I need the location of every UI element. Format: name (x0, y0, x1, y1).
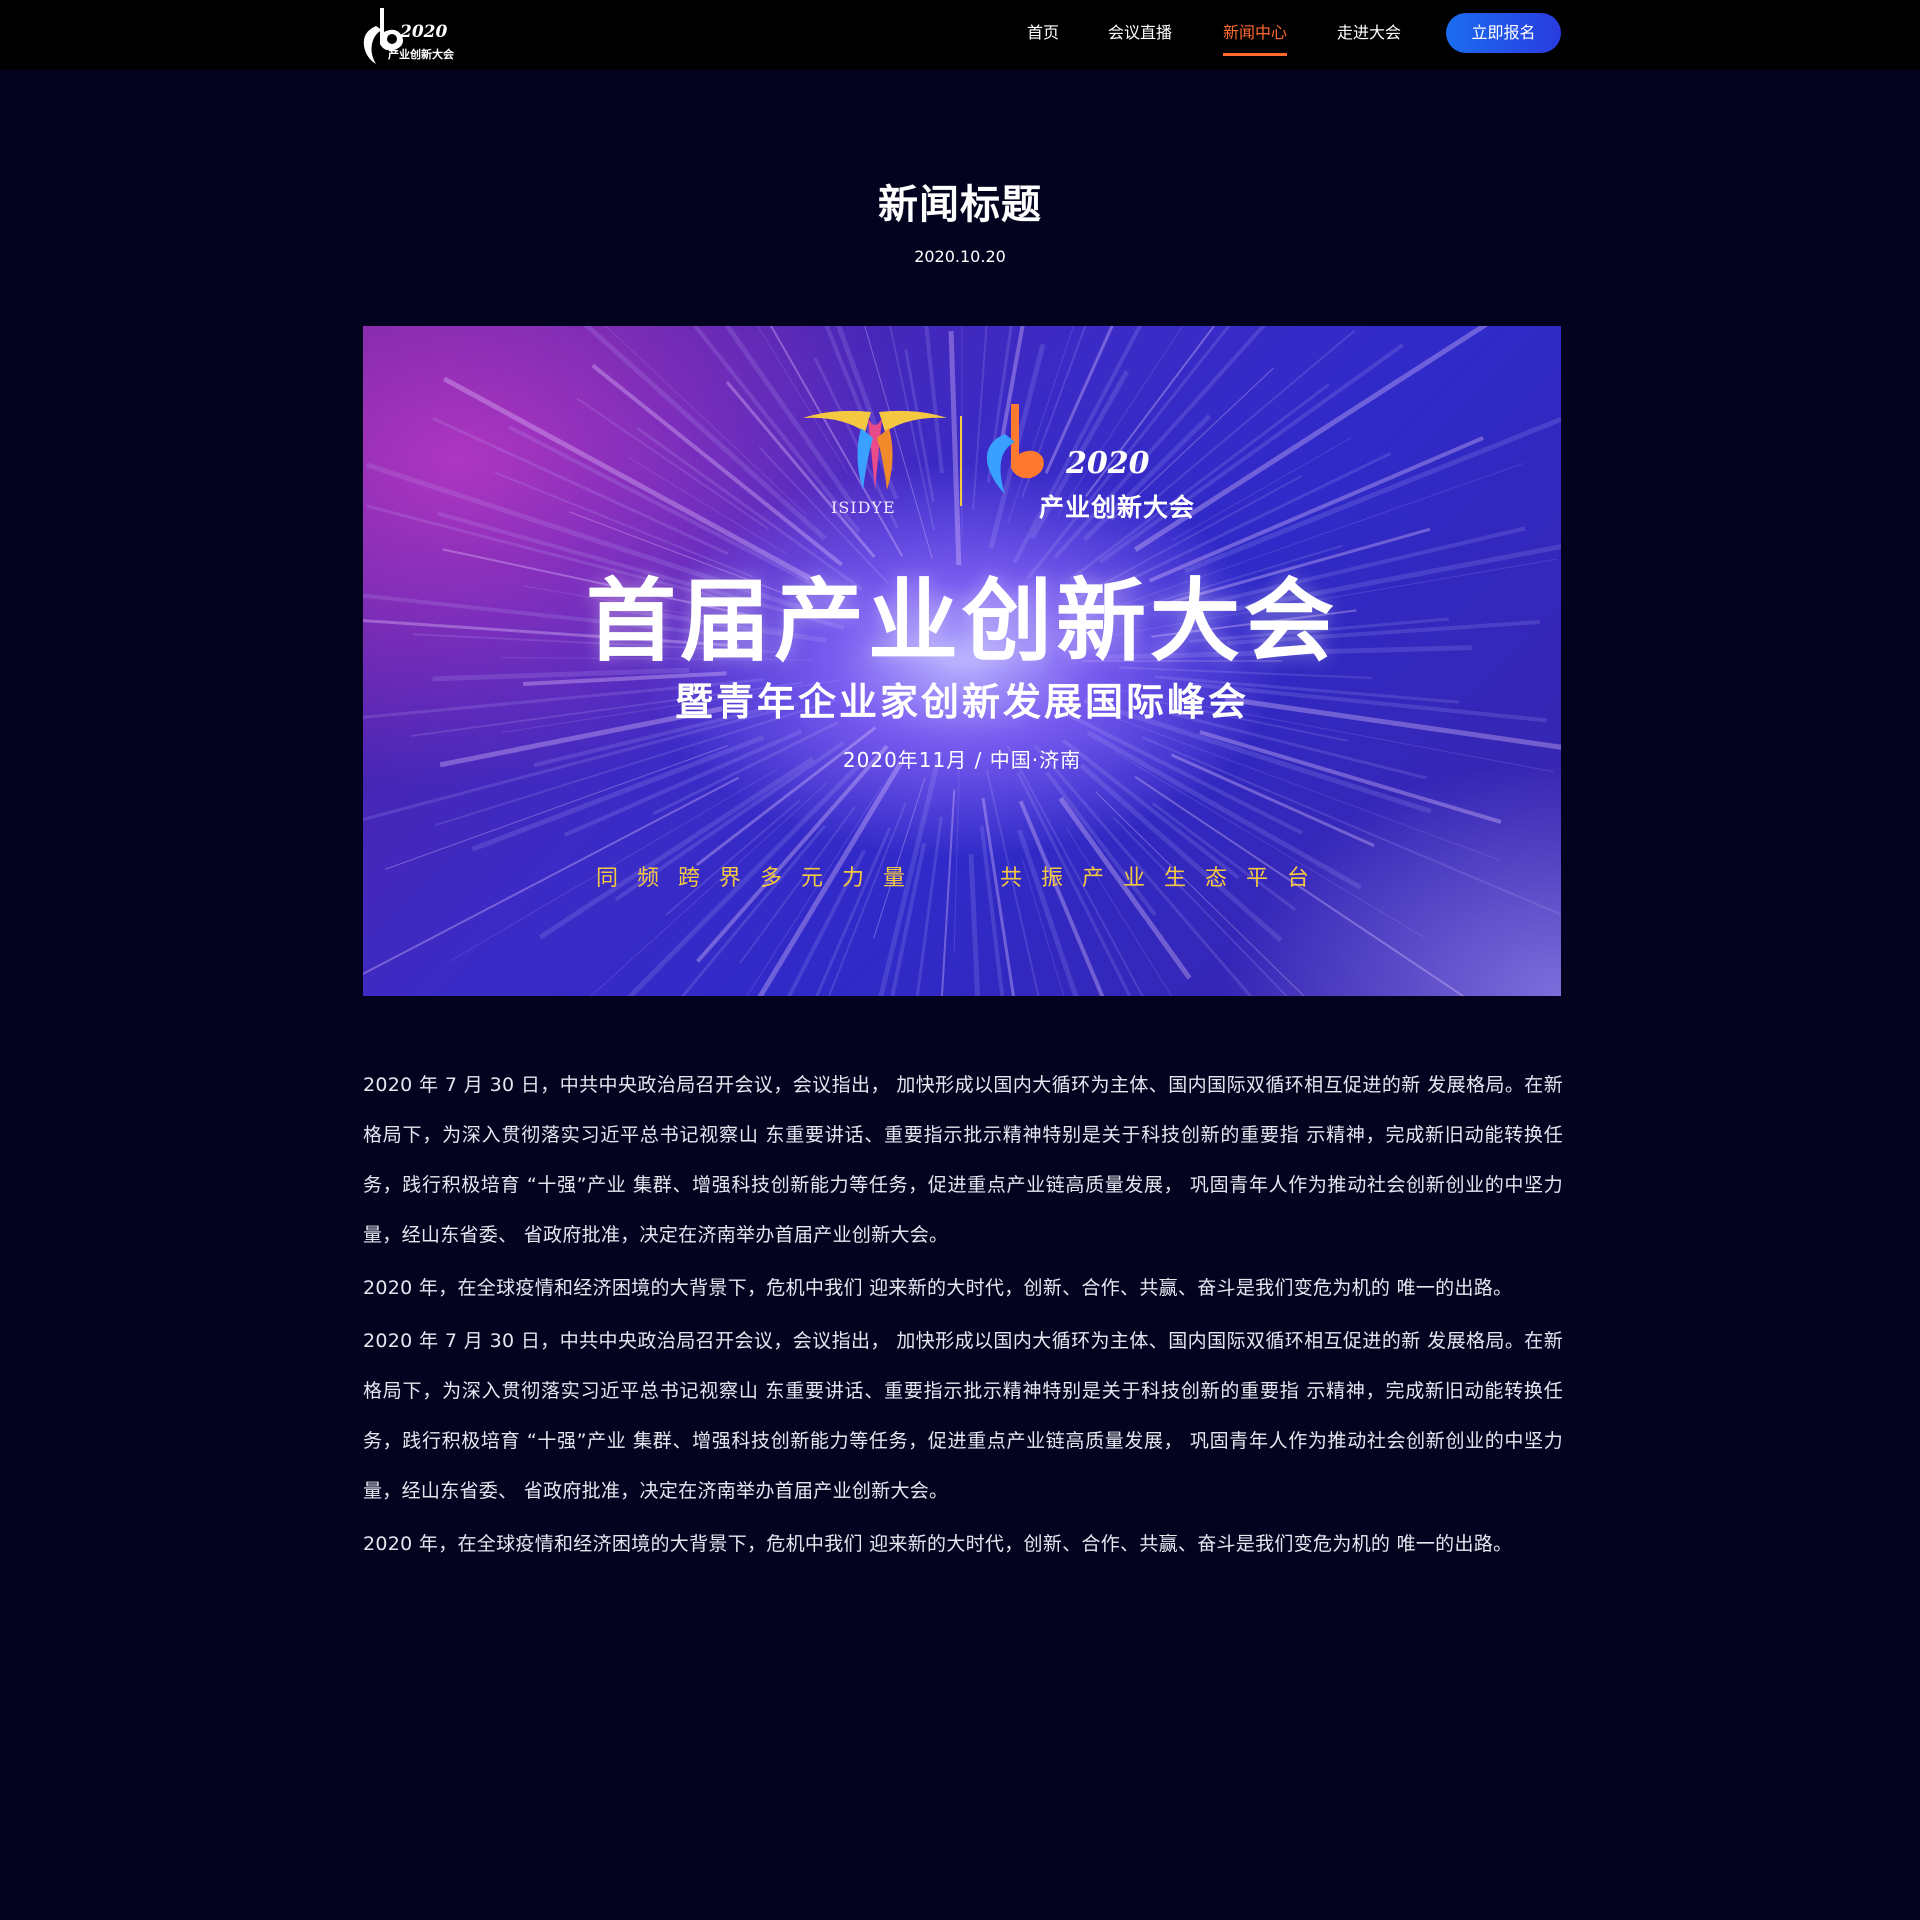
nav-item-news[interactable]: 新闻中心 (1223, 0, 1288, 70)
article-paragraph: 2020 年，在全球疫情和经济困境的大背景下，危机中我们 迎来新的大时代，创新、… (363, 1533, 1513, 1555)
nav-item-home[interactable]: 首页 (1027, 0, 1059, 70)
nav-item-live[interactable]: 会议直播 (1108, 0, 1172, 70)
active-nav-indicator (1223, 53, 1288, 56)
logo-name: 产业创新大会 (388, 48, 454, 61)
article-paragraph: 2020 年 7 月 30 日，中共中央政治局召开会议，会议指出， 加快形成以国… (363, 1330, 1563, 1502)
nav-label: 走进大会 (1337, 23, 1402, 42)
banner-slogan-left: 同频跨界多元力量 (596, 866, 925, 891)
logo-year: 2020 (400, 22, 448, 42)
banner-subheadline: 暨青年企业家创新发展国际峰会 (674, 680, 1249, 724)
banner-logo-year: 2020 (1066, 446, 1150, 481)
article-title: 新闻标题 (878, 182, 1042, 228)
nav-label: 首页 (1027, 23, 1060, 42)
banner-date-location: 2020年11月 / 中国·济南 (842, 748, 1082, 772)
site-logo[interactable]: 2020 产业创新大会 (358, 6, 468, 64)
banner-slogan-right: 共振产业生态平台 (1000, 866, 1329, 891)
article-paragraph: 2020 年 7 月 30 日，中共中央政治局召开会议，会议指出， 加快形成以国… (363, 1074, 1563, 1246)
article-body: 2020 年 7 月 30 日，中共中央政治局召开会议，会议指出， 加快形成以国… (363, 1060, 1563, 1572)
article-paragraph: 2020 年，在全球疫情和经济困境的大背景下，危机中我们 迎来新的大时代，创新、… (363, 1277, 1513, 1299)
nav-label: 会议直播 (1108, 23, 1173, 42)
nav-item-about[interactable]: 走进大会 (1337, 0, 1401, 70)
banner-headline: 首届产业创新大会 (586, 569, 1338, 674)
partner-logo-text: ISIDYE (831, 498, 896, 517)
nav-label: 新闻中心 (1223, 23, 1288, 42)
article-date: 2020.10.20 (914, 247, 1006, 266)
banner-logos-icon (803, 404, 1044, 506)
top-navbar: 2020 产业创新大会 首页 会议直播 新闻中心 走进大会 立即报名 (0, 0, 1920, 70)
article-banner-image: ISIDYE 2020 产业创新大会 首届产业创新大会 暨青年企业家创新发展国际… (363, 326, 1561, 996)
banner-logo-name: 产业创新大会 (1039, 493, 1196, 522)
register-button[interactable]: 立即报名 (1446, 13, 1561, 53)
